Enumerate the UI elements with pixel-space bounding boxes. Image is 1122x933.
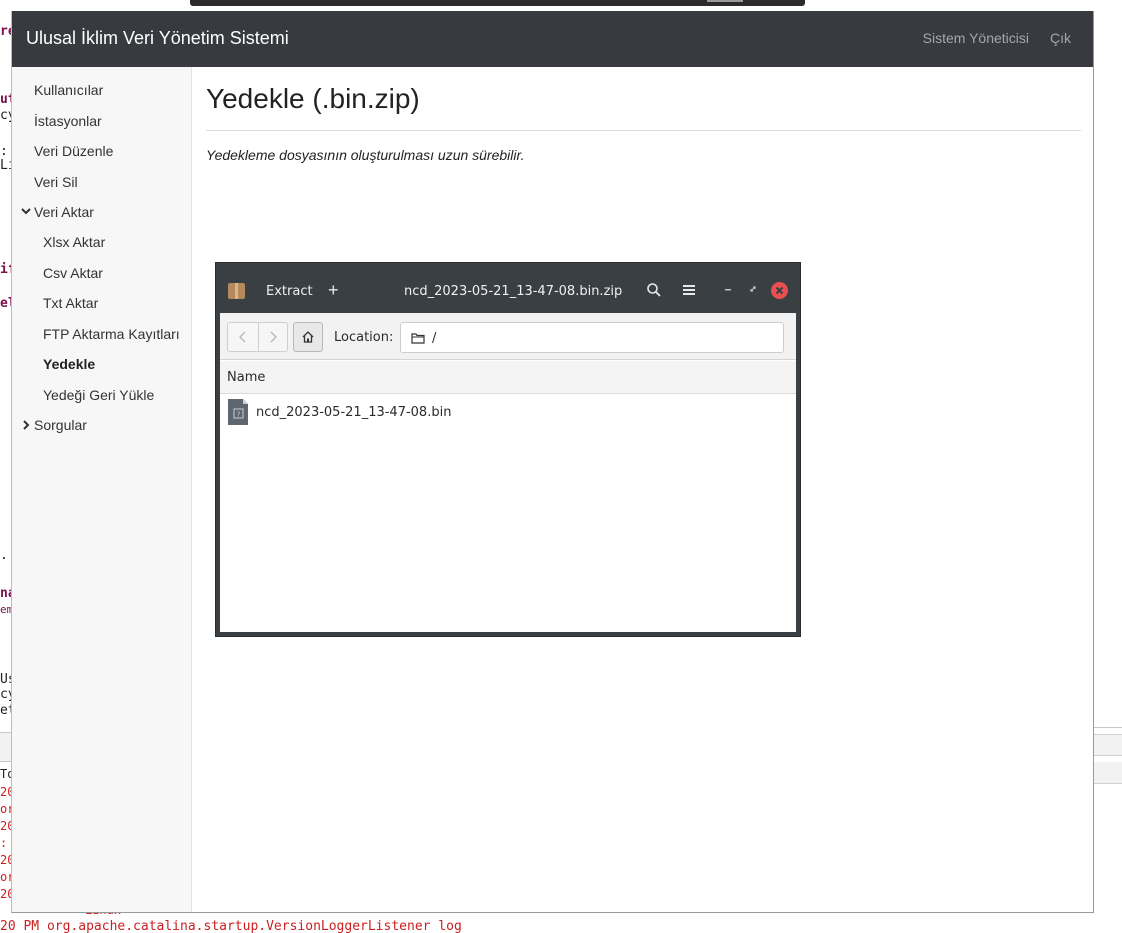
sidebar-item-queries[interactable]: Sorgular — [23, 417, 87, 433]
top-navbar: Ulusal İklim Veri Yönetim Sistemi Sistem… — [12, 11, 1093, 67]
sidebar-item-restore-backup[interactable]: Yedeği Geri Yükle — [43, 387, 154, 403]
sidebar-item-delete-data[interactable]: Veri Sil — [34, 174, 78, 190]
minimize-icon[interactable] — [722, 283, 734, 295]
archive-title: ncd_2023-05-21_13-47-08.bin.zip — [404, 284, 623, 299]
sidebar-item-stations[interactable]: İstasyonlar — [34, 113, 102, 129]
sidebar-item-txt-export[interactable]: Txt Aktar — [43, 295, 98, 311]
background-window-topbar — [190, 0, 805, 6]
archive-manager-icon — [228, 283, 245, 299]
chevron-right-icon — [23, 420, 30, 430]
home-icon — [302, 331, 314, 343]
sidebar-item-backup[interactable]: Yedekle — [43, 356, 95, 372]
location-value: / — [432, 331, 437, 346]
title-divider — [206, 130, 1081, 131]
file-name: ncd_2023-05-21_13-47-08.bin — [256, 405, 452, 420]
app-brand[interactable]: Ulusal İklim Veri Yönetim Sistemi — [26, 28, 289, 49]
navbar-links: Sistem Yöneticisi Çık — [923, 30, 1071, 46]
sidebar-nav: Kullanıcılar İstasyonlar Veri Düzenle Ve… — [12, 67, 192, 912]
background-log-line: 20 PM org.apache.catalina.startup.Versio… — [0, 919, 462, 933]
page-title: Yedekle (.bin.zip) — [206, 83, 420, 114]
logout-link[interactable]: Çık — [1050, 30, 1071, 46]
location-label: Location: — [334, 330, 394, 345]
archive-toolbar: Location: / — [220, 313, 796, 360]
backup-note: Yedekleme dosyasının oluşturulması uzun … — [206, 147, 525, 163]
location-field[interactable]: / — [400, 322, 784, 353]
close-icon[interactable] — [771, 282, 788, 299]
archive-manager-window: Extract + ncd_2023-05-21_13-47-08.bin.zi… — [215, 262, 801, 637]
background-code-fragment: . — [0, 548, 8, 563]
sidebar-item-label: Sorgular — [34, 417, 87, 433]
background-panel-left — [0, 732, 11, 762]
archive-body: Location: / Name ? ncd_2023-05-21_13-47-… — [220, 313, 796, 632]
column-header-name[interactable]: Name — [220, 361, 796, 394]
chevron-down-icon — [21, 208, 31, 215]
back-arrow-icon[interactable] — [236, 330, 250, 344]
sidebar-item-edit-data[interactable]: Veri Düzenle — [34, 143, 113, 159]
add-icon[interactable]: + — [328, 280, 339, 301]
file-icon: ? — [228, 399, 248, 425]
sidebar-item-xlsx-export[interactable]: Xlsx Aktar — [43, 234, 105, 250]
extract-button[interactable]: Extract — [266, 284, 313, 299]
background-panel-right — [1093, 727, 1122, 784]
sidebar-item-ftp-logs[interactable]: FTP Aktarma Kayıtları — [43, 326, 180, 342]
sidebar-item-users[interactable]: Kullanıcılar — [34, 82, 103, 98]
folder-icon — [411, 333, 425, 344]
column-header-label: Name — [227, 370, 266, 385]
sidebar-item-csv-export[interactable]: Csv Aktar — [43, 265, 103, 281]
forward-arrow-icon[interactable] — [266, 330, 280, 344]
sidebar-item-export-data[interactable]: Veri Aktar — [21, 204, 94, 220]
hamburger-menu-icon[interactable] — [682, 283, 696, 297]
history-nav-group — [227, 322, 288, 352]
background-code-fragment: : — [0, 836, 8, 850]
search-icon[interactable] — [646, 282, 662, 298]
maximize-icon[interactable] — [747, 283, 759, 295]
sidebar-item-label: Veri Aktar — [34, 204, 94, 220]
user-menu-link[interactable]: Sistem Yöneticisi — [923, 30, 1029, 46]
svg-text:?: ? — [237, 411, 241, 419]
archive-titlebar: Extract + ncd_2023-05-21_13-47-08.bin.zi… — [216, 263, 800, 313]
background-code-fragment: : — [0, 144, 8, 159]
list-item[interactable]: ? ncd_2023-05-21_13-47-08.bin — [220, 395, 796, 429]
home-button[interactable] — [293, 322, 323, 352]
